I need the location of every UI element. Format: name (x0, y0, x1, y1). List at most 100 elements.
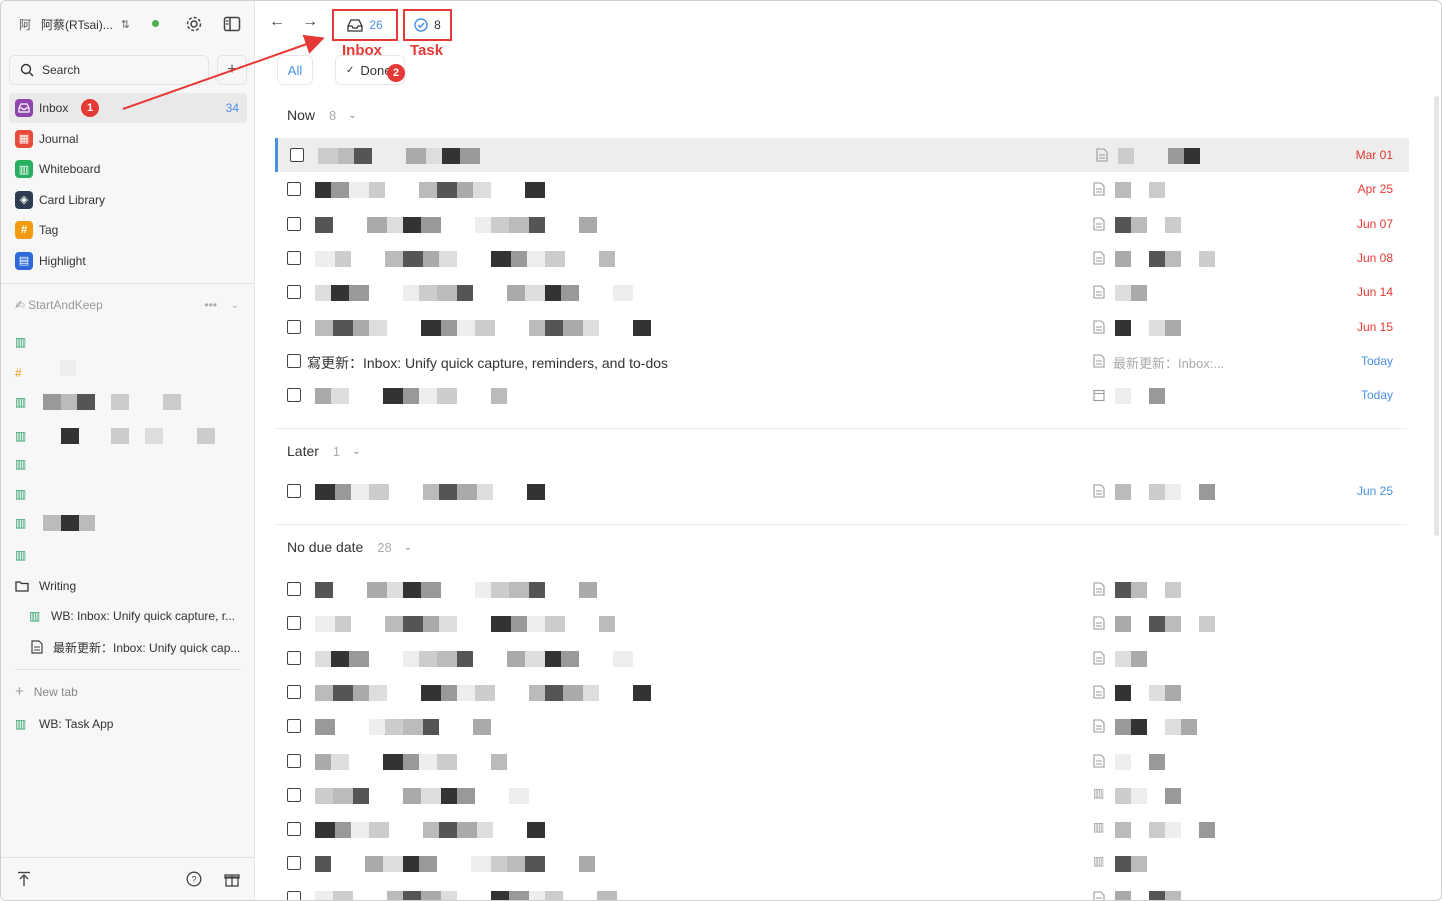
tree-item[interactable]: ▥ (15, 452, 247, 476)
redacted-text (507, 650, 525, 667)
task-row[interactable]: Jun 25 (275, 474, 1409, 508)
task-count-button[interactable]: 8 (403, 9, 452, 41)
gear-icon[interactable] (185, 15, 203, 33)
redacted-text (421, 684, 441, 701)
sidebar-toggle-icon[interactable] (223, 15, 241, 33)
task-checkbox[interactable] (287, 616, 301, 631)
group-header-no-due-date[interactable]: No due date 28 ⌄ (287, 537, 412, 557)
scrollbar[interactable] (1434, 96, 1439, 536)
group-header-later[interactable]: Later 1 ⌄ (287, 441, 361, 461)
redacted-text (403, 616, 423, 633)
inbox-count-button[interactable]: 26 (332, 9, 398, 41)
redacted-text (419, 285, 437, 302)
tree-item[interactable]: ▥ (15, 390, 247, 414)
task-row[interactable]: ▥ (275, 812, 1409, 846)
redacted-text (583, 319, 599, 336)
task-checkbox[interactable] (287, 719, 301, 734)
folder-child-item[interactable]: ▥ WB: Inbox: Unify quick capture, r... (29, 604, 247, 628)
task-row[interactable]: Today (275, 378, 1409, 412)
task-checkbox[interactable] (287, 856, 301, 871)
redacted-preview (1165, 616, 1181, 633)
filter-all-button[interactable]: All (277, 55, 313, 85)
folder-child-item[interactable]: 最新更新：Inbox: Unify quick cap... (29, 635, 247, 659)
back-arrow-icon[interactable]: ← (269, 13, 285, 31)
task-row[interactable]: Apr 25 (275, 172, 1409, 206)
task-row[interactable] (275, 572, 1409, 606)
task-checkbox[interactable] (287, 285, 301, 300)
redacted-text (338, 148, 354, 164)
task-checkbox[interactable] (287, 582, 301, 596)
add-button[interactable]: + (217, 55, 247, 85)
group-header-now[interactable]: Now 8 ⌄ (287, 105, 357, 125)
redacted-text (61, 428, 79, 444)
tree-item[interactable]: ▥ (15, 511, 247, 535)
sidebar-item-inbox[interactable]: Inbox 1 34 (9, 93, 247, 123)
task-checkbox[interactable] (287, 182, 301, 197)
task-row[interactable] (275, 641, 1409, 675)
forward-arrow-icon[interactable]: → (302, 13, 318, 31)
chevron-down-icon[interactable]: ⌄ (231, 300, 239, 311)
task-checkbox[interactable] (287, 650, 301, 665)
task-checkbox[interactable] (287, 319, 301, 334)
task-row[interactable]: Jun 08 (275, 241, 1409, 275)
task-checkbox[interactable] (287, 388, 301, 403)
search-input[interactable]: Search (9, 55, 209, 85)
group-divider (275, 428, 1407, 429)
tree-item[interactable]: ▥ (15, 482, 247, 506)
sidebar-item-card-library[interactable]: ◈ Card Library (9, 185, 247, 215)
task-row[interactable]: Jun 15 (275, 310, 1409, 344)
task-row[interactable] (275, 744, 1409, 778)
task-row[interactable] (275, 675, 1409, 709)
redacted-preview (1131, 856, 1147, 873)
tree-item[interactable]: ▥ (15, 543, 247, 567)
redacted-text (563, 684, 583, 701)
folder-writing[interactable]: Writing (15, 574, 247, 598)
sidebar-item-whiteboard[interactable]: ▥ Whiteboard (9, 154, 247, 184)
upload-icon[interactable] (17, 871, 31, 887)
redacted-text (545, 250, 565, 267)
redacted-text (423, 484, 439, 500)
redacted-preview (1165, 787, 1181, 804)
chevron-down-icon: ⌄ (352, 445, 361, 457)
tree-item[interactable]: ▥ (15, 424, 247, 448)
tab-item[interactable]: ▥ WB: Task App (15, 712, 247, 736)
redacted-text (509, 216, 529, 233)
task-checkbox[interactable] (287, 353, 301, 368)
redacted-text (403, 250, 423, 267)
task-row[interactable] (275, 606, 1409, 640)
task-checkbox[interactable] (287, 484, 301, 498)
calendar-icon (1093, 390, 1105, 402)
task-checkbox[interactable] (287, 684, 301, 699)
gift-icon[interactable] (224, 871, 240, 887)
sidebar-item-highlight[interactable]: ▤ Highlight (9, 246, 247, 276)
task-row[interactable]: ▥ (275, 778, 1409, 812)
task-row[interactable]: Jun 14 (275, 275, 1409, 309)
task-row[interactable]: ▥ (275, 846, 1409, 880)
redacted-text (43, 394, 61, 410)
task-checkbox[interactable] (290, 148, 304, 162)
task-row[interactable]: 寫更新：Inbox: Unify quick capture, reminder… (275, 344, 1409, 378)
task-checkbox[interactable] (287, 216, 301, 231)
section-header-startandkeep[interactable]: ✍ StartAndKeep ••• ⌄ (15, 297, 247, 313)
tree-item[interactable]: # (15, 360, 247, 385)
redacted-text (421, 319, 441, 336)
sidebar-item-tag[interactable]: # Tag (9, 215, 247, 245)
sidebar-item-journal[interactable]: ▦ Journal (9, 124, 247, 154)
help-icon[interactable]: ? (186, 871, 202, 887)
task-row[interactable]: Jun 07 (275, 207, 1409, 241)
workspace-switcher[interactable]: 阿 阿蔡(RTsai)... ⇅ (9, 9, 247, 39)
task-checkbox[interactable] (287, 787, 301, 802)
task-row[interactable]: Mar 01 (275, 138, 1409, 172)
task-checkbox[interactable] (287, 890, 301, 900)
task-row[interactable] (275, 709, 1409, 743)
task-checkbox[interactable] (287, 250, 301, 265)
task-checkbox[interactable] (287, 753, 301, 768)
task-row[interactable] (275, 881, 1409, 900)
redacted-text (61, 394, 77, 410)
new-tab-button[interactable]: + New tab (15, 683, 78, 700)
task-checkbox[interactable] (287, 822, 301, 837)
redacted-text (387, 890, 403, 900)
tree-item[interactable]: ▥ (15, 330, 247, 354)
more-icon[interactable]: ••• (204, 298, 217, 312)
whiteboard-icon: ▥ (15, 516, 27, 530)
